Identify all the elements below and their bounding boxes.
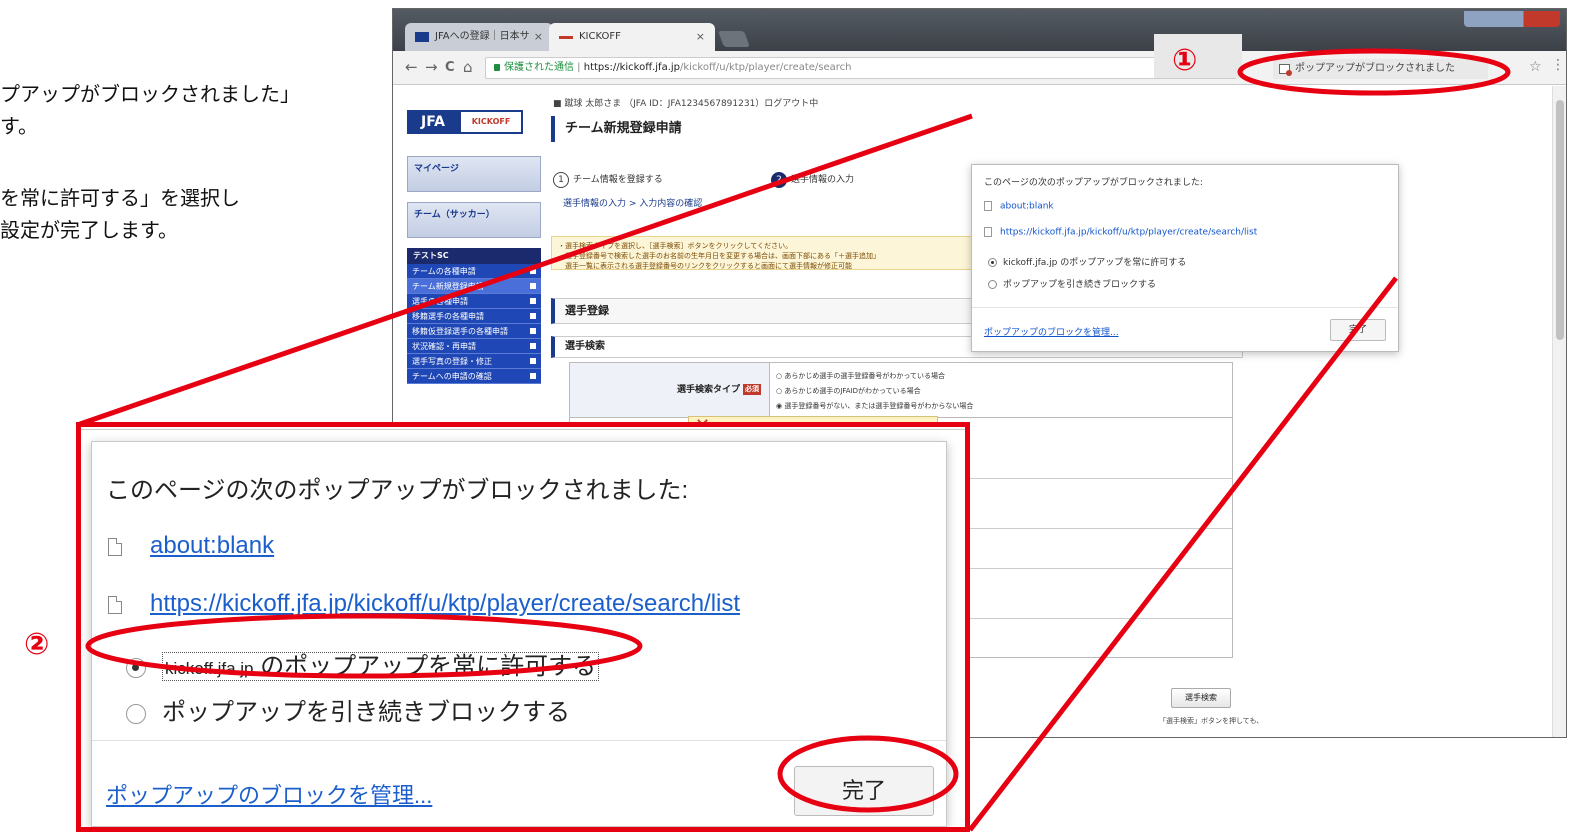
instruction-line-3: を常に許可する」を選択し <box>0 186 240 210</box>
search-button-note: 「選手検索」ボタンを押しても、 <box>1159 717 1264 725</box>
secure-label: 保護された通信 <box>504 62 574 73</box>
zoom-callout-frame: このページの次のポップアップがブロックされました: about:blank ht… <box>76 422 970 832</box>
page-scrollbar[interactable] <box>1552 86 1566 737</box>
search-type-option[interactable]: あらかじめ選手のJFAIDがわかっている場合 <box>776 384 973 399</box>
player-search-button[interactable]: 選手検索 <box>1171 688 1231 708</box>
address-bar[interactable]: 保護された通信 | https://kickoff.jfa.jp/kickoff… <box>485 57 1237 79</box>
radio-icon <box>988 280 997 289</box>
scrollbar-thumb[interactable] <box>1556 100 1564 340</box>
document-icon <box>984 227 992 237</box>
popup-blocked-icon <box>1279 64 1292 76</box>
instruction-notice: ・選手検索タイプを選択し、［選手検索］ボタンをクリックしてください。 選手登録番… <box>551 236 981 270</box>
bookmark-star-icon[interactable]: ☆ <box>1529 59 1542 75</box>
radio-always-allow[interactable]: kickoff.jfa.jp のポップアップを常に許可する <box>988 255 1186 268</box>
popup-title: このページの次のポップアップがブロックされました: <box>984 178 1203 188</box>
sidebar-item[interactable]: 選手の各種申請 <box>407 294 541 309</box>
menu-icon[interactable]: ⋮ <box>1551 57 1565 73</box>
page-title: チーム新規登録申請 <box>551 116 682 142</box>
forward-button[interactable]: → <box>425 58 438 76</box>
kickoff-favicon-icon <box>559 36 573 39</box>
window-controls[interactable] <box>1464 11 1560 27</box>
popup-blocked-indicator[interactable]: ポップアップがブロックされました <box>1273 59 1488 79</box>
url-host: https://kickoff.jfa.jp <box>583 62 680 73</box>
search-type-option-selected[interactable]: 選手登録番号がない、または選手登録番号がわからない場合 <box>776 399 973 414</box>
divider <box>92 740 946 741</box>
popup-blocked-label: ポップアップがブロックされました <box>1295 63 1455 74</box>
manage-popup-blocking-link[interactable]: ポップアップのブロックを管理... <box>984 325 1119 338</box>
home-button[interactable]: ⌂ <box>463 58 473 76</box>
step-label: 選手情報の入力 <box>791 175 855 185</box>
step-sub-label: 選手情報の入力 > 入力内容の確認 <box>563 199 703 209</box>
radio-selected-icon <box>988 258 997 267</box>
sidebar-team-name: テストSC <box>407 248 541 264</box>
divider <box>972 307 1398 308</box>
lock-icon <box>494 63 500 71</box>
sidebar-item[interactable]: チーム新規登録申請 <box>407 279 541 294</box>
tab-label: KICKOFF <box>579 31 621 42</box>
radio-icon <box>126 703 146 724</box>
step-indicator: 1 チーム情報を登録する 2 選手情報の入力 選手情報の入力 > 入力内容の確認 <box>553 172 854 209</box>
marker-background <box>1154 34 1242 78</box>
new-tab-button[interactable] <box>718 31 750 47</box>
instruction-line-2: す。 <box>0 114 38 138</box>
url-path: /kickoff/u/ktp/player/create/search <box>680 62 852 73</box>
annotation-marker-1: ① <box>1172 43 1198 78</box>
done-button[interactable]: 完了 <box>794 766 934 816</box>
browser-toolbar: ← → C ⌂ 保護された通信 | https://kickoff.jfa.jp… <box>393 51 1566 85</box>
instruction-text: プアップがブロックされました」 す。 を常に許可する」を選択し 設定が完了します… <box>0 78 400 246</box>
search-type-option[interactable]: あらかじめ選手の選手登録番号がわかっている場合 <box>776 369 973 384</box>
instruction-line-4: 設定が完了します。 <box>0 218 178 242</box>
search-type-options: あらかじめ選手の選手登録番号がわかっている場合 あらかじめ選手のJFAIDがわか… <box>776 369 973 414</box>
step-number: 1 <box>553 172 569 188</box>
reload-button[interactable]: C <box>445 60 455 75</box>
popup-blocked-bubble: このページの次のポップアップがブロックされました: about:blank ht… <box>971 164 1399 352</box>
tab-jfa[interactable]: JFAへの登録｜日本サ × <box>405 23 553 51</box>
search-type-table: 選手検索タイプ必須 あらかじめ選手の選手登録番号がわかっている場合 あらかじめ選… <box>569 362 1233 418</box>
popup-title: このページの次のポップアップがブロックされました: <box>106 477 689 504</box>
radio-selected-icon <box>126 657 146 678</box>
radio-keep-blocking[interactable]: ポップアップを引き続きブロックする <box>126 692 570 727</box>
jfa-favicon-icon <box>415 32 429 42</box>
close-icon[interactable]: × <box>696 23 705 51</box>
sidebar-item[interactable]: 移籍仮登録選手の各種申請 <box>407 324 541 339</box>
tab-bar: JFAへの登録｜日本サ × KICKOFF × <box>393 9 1566 51</box>
radio-always-allow[interactable]: kickoff.jfa.jp のポップアップを常に許可する <box>126 646 600 681</box>
side-navigation: マイページ チーム（サッカー） テストSC チームの各種申請 チーム新規登録申請… <box>407 156 541 384</box>
instruction-line-1: プアップがブロックされました」 <box>0 82 300 106</box>
document-icon <box>108 595 122 614</box>
sidebar-item[interactable]: チームへの申請の確認 <box>407 369 541 384</box>
document-icon <box>984 201 992 211</box>
close-icon[interactable]: × <box>534 23 543 51</box>
blocked-link-about-blank[interactable]: about:blank <box>108 532 274 560</box>
user-info: ■ 蹴球 太郎さま （JFA ID：JFA1234567891231）ログアウト… <box>553 99 819 109</box>
tab-kickoff[interactable]: KICKOFF × <box>549 23 715 51</box>
jfa-kickoff-logo[interactable]: JFA KICKOFF <box>407 110 523 134</box>
step-number: 2 <box>771 172 787 188</box>
document-icon <box>108 537 122 556</box>
manage-popup-blocking-link[interactable]: ポップアップのブロックを管理... <box>106 778 432 810</box>
radio-keep-blocking[interactable]: ポップアップを引き続きブロックする <box>988 277 1156 290</box>
sidebar-mypage[interactable]: マイページ <box>407 156 541 192</box>
sidebar-item[interactable]: チームの各種申請 <box>407 264 541 279</box>
step-label: チーム情報を登録する <box>573 175 663 185</box>
sidebar-item[interactable]: 選手写真の登録・修正 <box>407 354 541 369</box>
tab-label: JFAへの登録｜日本サ <box>435 31 530 42</box>
blocked-link-search-list[interactable]: https://kickoff.jfa.jp/kickoff/u/ktp/pla… <box>984 227 1257 238</box>
annotation-marker-2: ② <box>24 627 50 662</box>
required-badge: 必須 <box>743 384 761 395</box>
blocked-link-search-list[interactable]: https://kickoff.jfa.jp/kickoff/u/ktp/pla… <box>108 590 740 618</box>
blocked-link-about-blank[interactable]: about:blank <box>984 201 1054 212</box>
sidebar-item[interactable]: 状況確認・再申請 <box>407 339 541 354</box>
sidebar-team[interactable]: チーム（サッカー） <box>407 202 541 238</box>
done-button[interactable]: 完了 <box>1330 319 1386 341</box>
back-button[interactable]: ← <box>405 58 418 76</box>
popup-blocked-bubble-zoomed: このページの次のポップアップがブロックされました: about:blank ht… <box>91 441 947 827</box>
search-type-label: 選手検索タイプ 必須 <box>570 363 770 417</box>
sidebar-item[interactable]: 移籍選手の各種申請 <box>407 309 541 324</box>
